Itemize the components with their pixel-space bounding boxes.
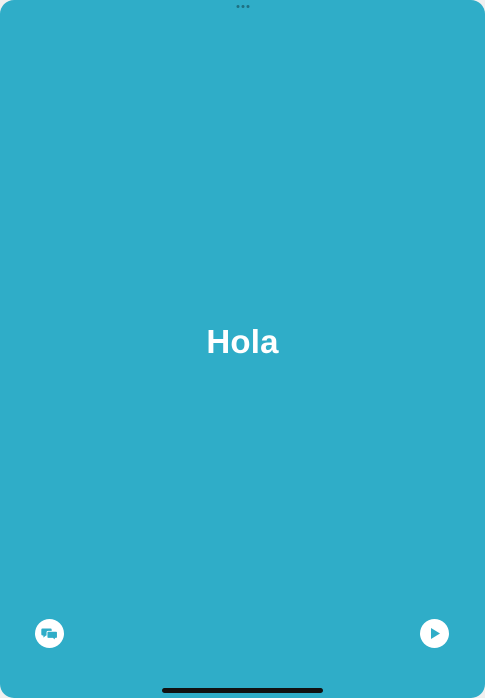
dot [236,5,239,8]
play-audio-button[interactable] [420,619,449,648]
conversation-button[interactable] [35,619,64,648]
phrase-text: Hola [206,323,279,360]
multitasking-handle[interactable] [236,5,249,8]
flashcard-screen: Hola [0,0,485,698]
speech-bubbles-icon [41,628,58,641]
home-indicator[interactable] [162,688,323,693]
dot [241,5,244,8]
play-icon [430,628,440,639]
dot [246,5,249,8]
